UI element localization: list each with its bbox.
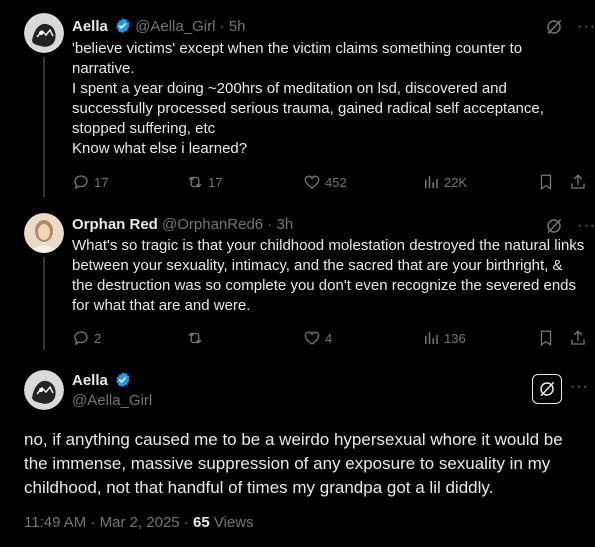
handle[interactable]: @OrphanRed6 (162, 216, 263, 233)
grok-button[interactable] (532, 374, 562, 404)
like-icon (304, 175, 320, 189)
tweet-actions: 17 17 452 22K (72, 172, 590, 192)
tweet-header: Aella @Aella_Girl · 5h (72, 17, 246, 40)
display-name[interactable]: Aella (72, 18, 108, 35)
display-name-text: Aella (72, 372, 108, 389)
tweet-actions: 2 4 136 (72, 328, 590, 348)
tweet-line: I spent a year doing ~200hrs of meditati… (72, 80, 544, 137)
reply-count: 2 (94, 330, 102, 346)
views-icon (425, 332, 438, 344)
like-icon (304, 331, 320, 345)
reply-count: 17 (94, 174, 109, 190)
verified-badge-icon (114, 17, 131, 40)
views-count: 136 (444, 330, 466, 346)
bookmark-button[interactable] (537, 172, 555, 192)
more-icon[interactable]: ··· (577, 217, 595, 235)
display-name[interactable]: Orphan Red (72, 216, 158, 233)
views-count: 65 (192, 514, 210, 531)
tweet-meta: 11:49 AM · Mar 2, 2025 · 65 Views (24, 513, 254, 533)
like-button[interactable]: 452 (303, 172, 347, 192)
avatar[interactable] (24, 13, 64, 53)
timestamp[interactable]: 3h (276, 216, 293, 233)
bookmark-icon (540, 174, 552, 191)
tweet-text: no, if anything caused me to be a weirdo… (24, 430, 563, 497)
timestamp[interactable]: 11:49 AM · Mar 2, 2025 · (24, 514, 193, 531)
tweet-top-actions: ··· (545, 18, 595, 36)
views-button[interactable]: 22K (422, 172, 467, 192)
thread-line (43, 257, 45, 350)
reply-icon (74, 175, 88, 190)
tweet-line: Know what else i learned? (72, 140, 248, 157)
repost-count: 17 (208, 174, 223, 190)
grok-icon (540, 381, 555, 397)
share-icon (571, 330, 585, 345)
tweet-text: What's so tragic is that your childhood … (72, 237, 585, 314)
views-icon (425, 176, 438, 188)
views-label: Views (209, 514, 254, 531)
views-count: 22K (444, 174, 468, 190)
repost-button[interactable]: 17 (186, 172, 222, 192)
share-button[interactable] (569, 328, 587, 348)
grok-icon[interactable] (545, 217, 563, 235)
grok-icon[interactable] (545, 18, 563, 36)
share-icon (571, 174, 585, 189)
repost-button[interactable] (186, 328, 208, 348)
handle[interactable]: @Aella_Girl (135, 18, 215, 35)
tweet-text: 'believe victims' except when the victim… (72, 39, 587, 159)
reply-button[interactable]: 17 (72, 172, 108, 192)
views-button[interactable]: 136 (422, 328, 466, 348)
more-icon[interactable]: ··· (577, 18, 595, 36)
avatar[interactable] (24, 370, 64, 410)
timestamp[interactable]: 5h (229, 18, 246, 35)
share-button[interactable] (569, 172, 587, 192)
repost-icon (188, 176, 202, 188)
like-count: 452 (325, 174, 347, 190)
repost-icon (188, 332, 202, 344)
handle[interactable]: @Aella_Girl (72, 391, 152, 411)
tweet-header: Orphan Red @OrphanRed6 · 3h (72, 215, 293, 235)
like-button[interactable]: 4 (303, 328, 332, 348)
thread-line (43, 57, 45, 197)
reply-button[interactable]: 2 (72, 328, 101, 348)
avatar[interactable] (24, 213, 64, 253)
bookmark-icon (540, 330, 552, 347)
more-icon[interactable]: ··· (570, 378, 589, 396)
bookmark-button[interactable] (537, 328, 555, 348)
separator-dot: · (219, 18, 225, 35)
tweet-line: 'believe victims' except when the victim… (72, 40, 523, 77)
tweet-orphan-red[interactable]: Orphan Red @OrphanRed6 · 3h ··· What's s… (0, 200, 595, 350)
like-count: 4 (325, 330, 333, 346)
tweet-aella-1[interactable]: Aella @Aella_Girl · 5h ··· 'believe vict… (0, 0, 595, 200)
tweet-top-actions: ··· (545, 217, 595, 235)
reply-icon (74, 331, 88, 346)
separator-dot: · (267, 216, 273, 233)
